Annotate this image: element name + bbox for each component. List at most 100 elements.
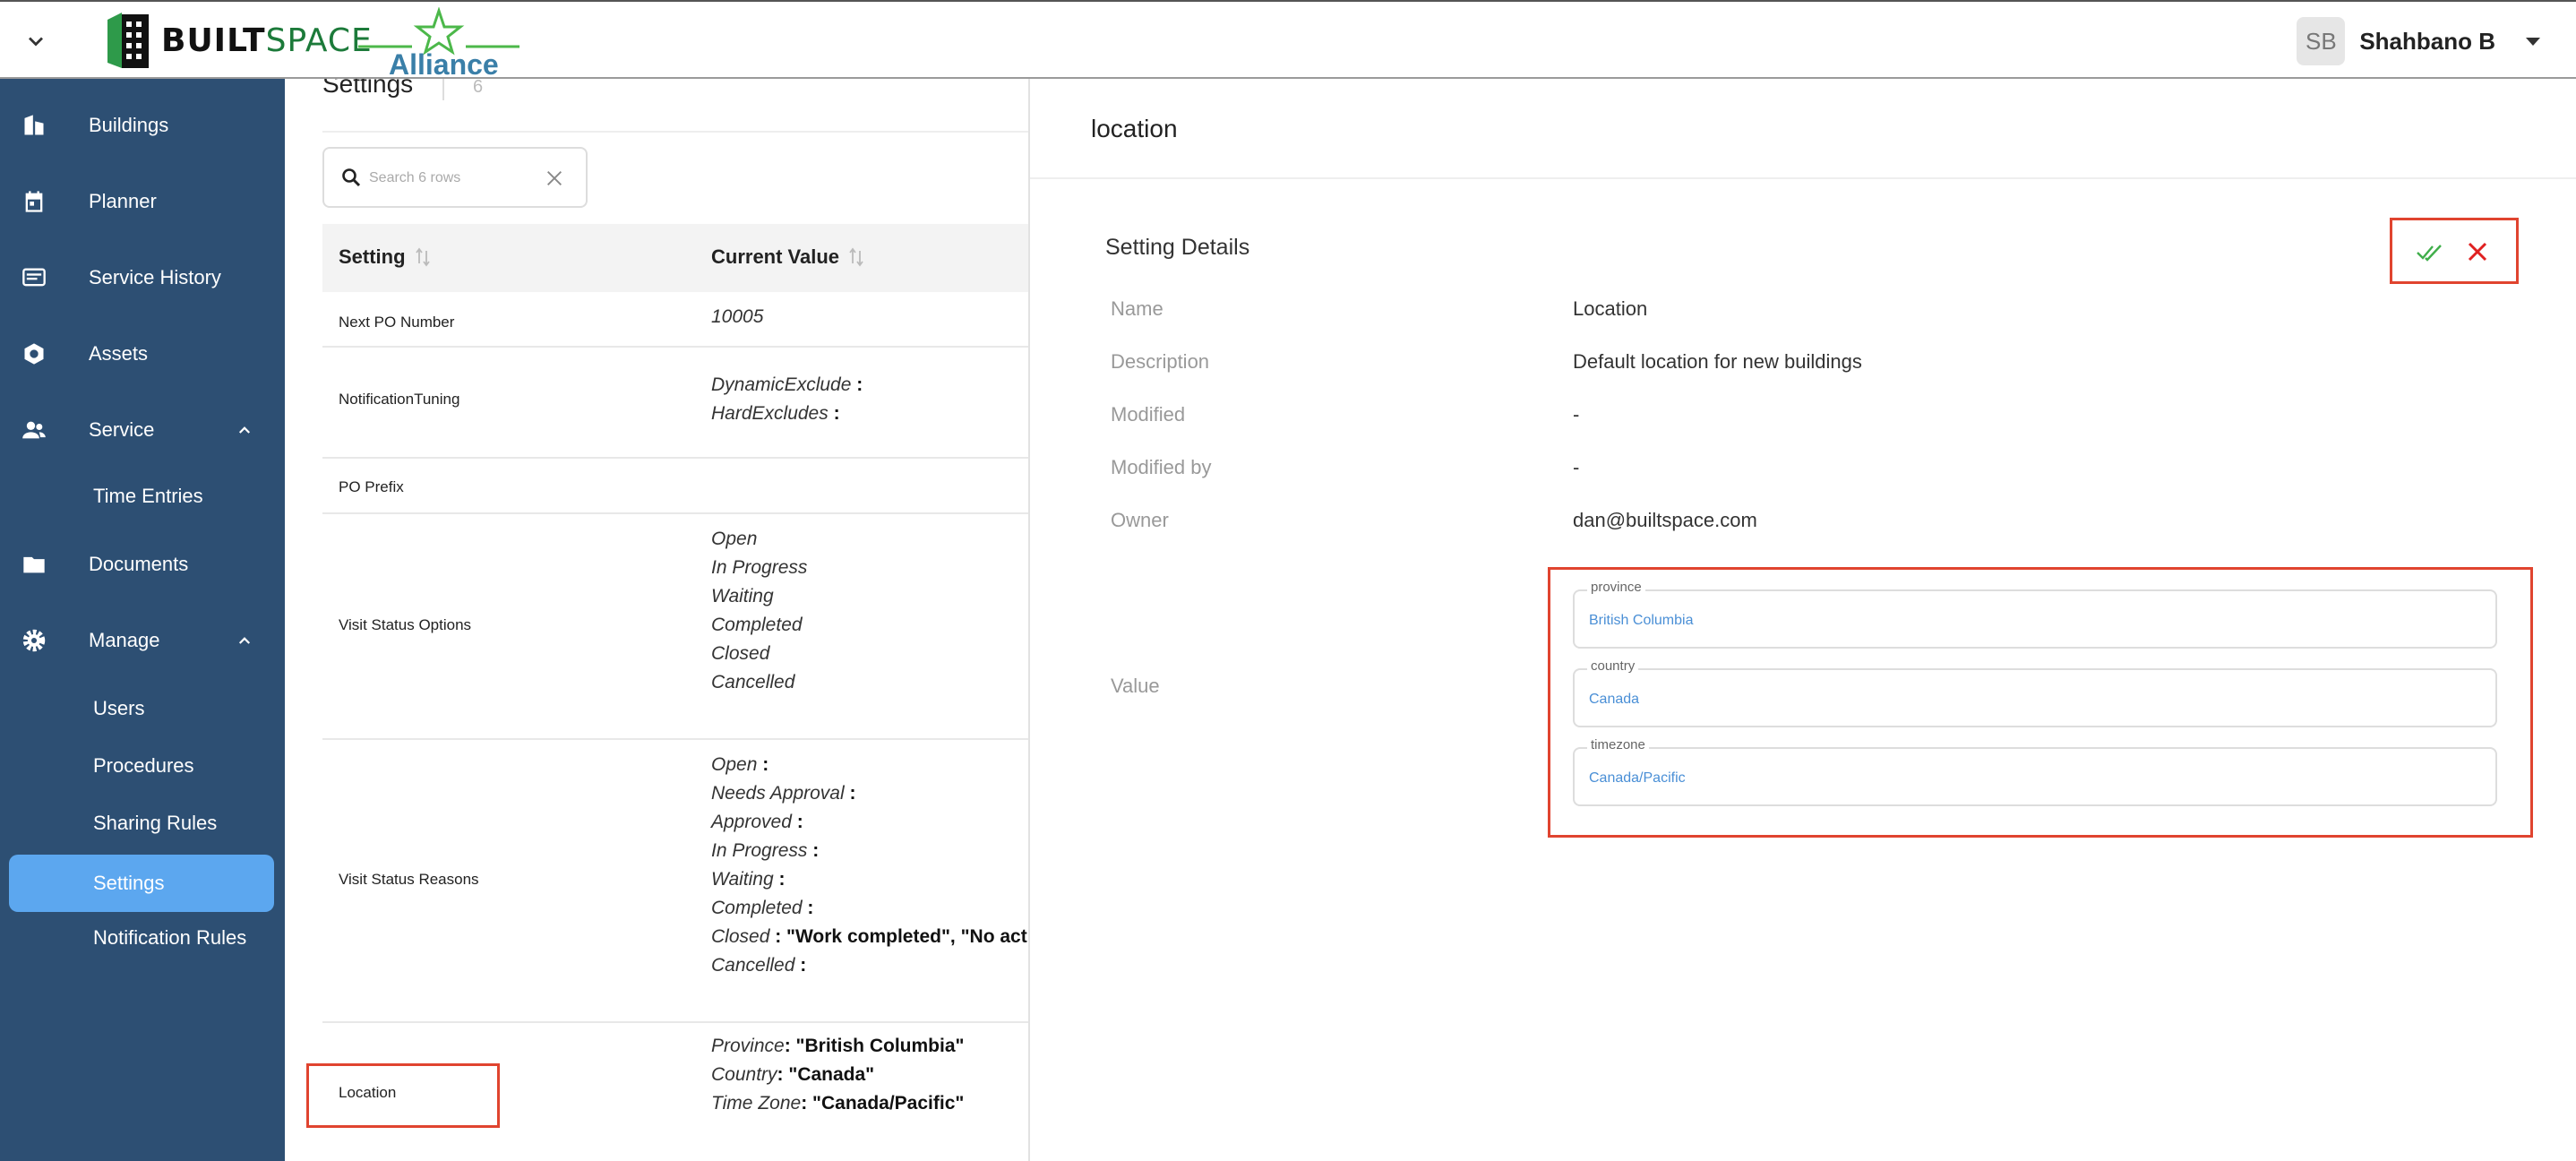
value-line: Closed: [711, 640, 807, 668]
sidebar-item-notification-rules[interactable]: Notification Rules: [9, 912, 274, 964]
value-line: DynamicExclude :: [711, 371, 863, 400]
field-label-name: Name: [1111, 297, 1163, 320]
timezone-field[interactable]: timezone: [1573, 737, 2497, 806]
value-text: : "Work completed", "No acti: [769, 926, 1028, 947]
double-check-icon[interactable]: [2416, 240, 2443, 263]
value-key: Closed: [711, 643, 770, 664]
table-row[interactable]: Next PO Number 10005: [322, 292, 1028, 348]
value-key: In Progress: [711, 840, 808, 861]
value-text: : "British Columbia": [784, 1036, 965, 1056]
table-row[interactable]: PO Prefix: [322, 459, 1028, 514]
sidebar-item-label: Users: [93, 697, 145, 719]
gear-icon: [22, 629, 46, 652]
chevron-up-icon[interactable]: [236, 632, 253, 649]
value-key: 10005: [711, 306, 764, 327]
province-field-label: province: [1587, 580, 1645, 595]
sort-icon[interactable]: [415, 247, 431, 267]
divider: [322, 131, 1028, 133]
sidebar-item-label: Buildings: [89, 114, 169, 136]
sort-icon[interactable]: [848, 247, 864, 267]
field-value-description: Default location for new buildings: [1573, 350, 1862, 373]
search-box[interactable]: [322, 147, 588, 208]
value-line: In Progress: [711, 554, 807, 582]
value-key: Cancelled: [711, 672, 795, 692]
value-text: :: [851, 374, 863, 395]
field-value-owner: dan@builtspace.com: [1573, 509, 1757, 531]
value-text: :: [791, 812, 803, 832]
sidebar-item-label: Sharing Rules: [93, 812, 218, 834]
setting-name: Visit Status Options: [339, 616, 472, 633]
value-text: :: [757, 754, 769, 775]
close-icon[interactable]: [2466, 240, 2489, 263]
sidebar-item-label: Service: [89, 418, 155, 441]
sidebar-item-label: Procedures: [93, 754, 194, 777]
province-input[interactable]: [1589, 609, 2476, 632]
sidebar-item-manage[interactable]: Manage: [0, 614, 285, 667]
user-menu[interactable]: SB Shahbano B: [2297, 16, 2540, 66]
sidebar-item-time-entries[interactable]: Time Entries: [9, 470, 274, 522]
sidebar-item-procedures[interactable]: Procedures: [9, 740, 274, 792]
search-input[interactable]: [369, 165, 539, 192]
sidebar-item-documents[interactable]: Documents: [0, 538, 285, 591]
value-key: Needs Approval: [711, 783, 845, 804]
sidebar-item-label: Documents: [89, 553, 189, 575]
sidebar-item-label: Settings: [93, 872, 165, 894]
value-line: Completed :: [711, 894, 1028, 923]
value-line: Open: [711, 525, 807, 554]
sidebar-item-planner[interactable]: Planner: [0, 175, 285, 228]
column-header-label: Current Value: [711, 245, 840, 268]
value-text: : "Canada/Pacific": [801, 1093, 965, 1114]
value-key: In Progress: [711, 557, 808, 578]
value-line: In Progress :: [711, 837, 1028, 865]
column-header-current-value[interactable]: Current Value: [711, 245, 864, 269]
table-row[interactable]: Visit Status Reasons Open : Needs Approval…: [322, 740, 1028, 1023]
chevron-up-icon[interactable]: [236, 422, 253, 438]
setting-value: 10005: [711, 303, 763, 331]
column-header-setting[interactable]: Setting: [339, 245, 431, 269]
value-key: Province: [711, 1036, 785, 1056]
country-input[interactable]: [1589, 688, 2476, 711]
value-key: Approved: [711, 812, 792, 832]
value-line: Closed : "Work completed", "No acti: [711, 923, 1028, 951]
field-value-modified-by: -: [1573, 456, 1580, 478]
sidebar-item-label: Service History: [89, 266, 221, 288]
value-key: Open: [711, 754, 758, 775]
page-title: Settings: [322, 79, 414, 98]
value-key: HardExcludes: [711, 403, 829, 424]
sidebar-item-settings[interactable]: Settings: [9, 855, 274, 912]
value-text: :: [844, 783, 856, 804]
setting-name: NotificationTuning: [339, 391, 460, 408]
value-line: HardExcludes :: [711, 400, 863, 428]
building-icon: [24, 115, 44, 135]
province-field[interactable]: province: [1573, 580, 2497, 649]
logo-built-text: BUILT: [161, 22, 266, 59]
building-logo-icon: [107, 13, 149, 68]
sidebar: Buildings Planner Service History Assets…: [0, 79, 285, 1161]
value-line: 10005: [711, 303, 763, 331]
field-label-description: Description: [1111, 350, 1210, 373]
close-icon[interactable]: [545, 168, 564, 188]
builtspace-logo[interactable]: BUILTSPACE: [106, 11, 373, 70]
field-label-owner: Owner: [1111, 509, 1169, 531]
sidebar-item-sharing-rules[interactable]: Sharing Rules: [9, 797, 274, 849]
table-header: Setting Current Value: [322, 224, 1028, 292]
value-key: Time Zone: [711, 1093, 802, 1114]
value-key: Waiting: [711, 586, 774, 606]
setting-value: Open In Progress Waiting Completed Closed Can…: [711, 525, 807, 697]
chevron-down-icon[interactable]: [23, 29, 48, 54]
highlight-box: [306, 1063, 500, 1128]
value-key: Completed: [711, 615, 803, 635]
sidebar-item-buildings[interactable]: Buildings: [0, 99, 285, 152]
table-row[interactable]: NotificationTuning DynamicExclude : HardEx…: [322, 348, 1028, 459]
country-field[interactable]: country: [1573, 658, 2497, 727]
sidebar-item-service[interactable]: Service: [0, 403, 285, 457]
timezone-input[interactable]: [1589, 767, 2476, 790]
calendar-icon: [25, 191, 43, 212]
sidebar-item-users[interactable]: Users: [9, 683, 274, 735]
sidebar-item-assets[interactable]: Assets: [0, 327, 285, 381]
caret-down-icon[interactable]: [2526, 37, 2540, 46]
value-text: :: [807, 840, 820, 861]
table-row[interactable]: Visit Status Options Open In Progress Waiti…: [322, 514, 1028, 740]
sidebar-item-service-history[interactable]: Service History: [0, 251, 285, 305]
setting-name: Next PO Number: [339, 314, 455, 331]
